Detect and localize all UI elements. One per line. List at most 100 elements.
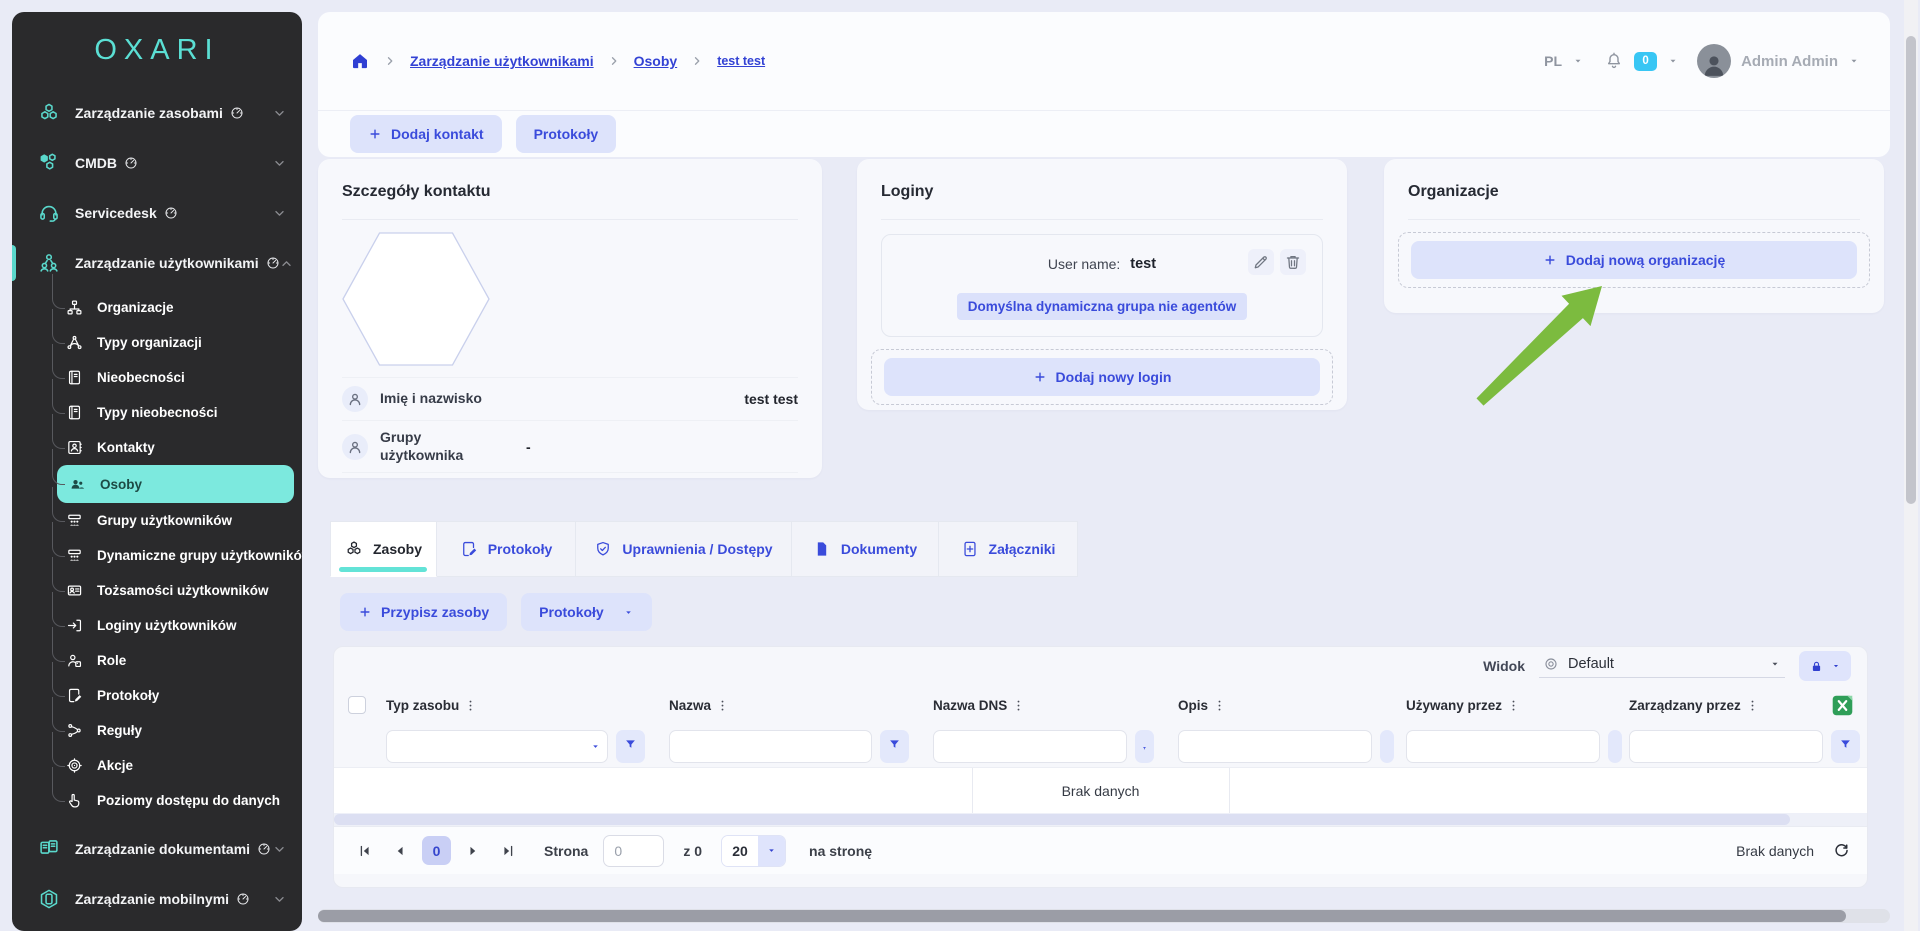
chevron-down-icon[interactable] [1572, 55, 1584, 67]
filter-button-uzywany-przez[interactable] [1608, 730, 1622, 763]
contact-info-rows: Imię i nazwisko test test Grupy użytkown… [342, 377, 798, 473]
tab-dokumenty[interactable]: Dokumenty [792, 521, 939, 577]
filter-input-zarzadzany-przez[interactable] [1629, 730, 1823, 763]
sidebar-item-ustawienia[interactable]: Ustawienia [12, 924, 302, 931]
sidebar-item-servicedesk[interactable]: Servicedesk [12, 188, 302, 238]
table-view-row: Widok Default [334, 647, 1867, 685]
filter-button-nazwa[interactable] [880, 730, 909, 763]
filter-cell-zarzadzany-przez [1629, 730, 1868, 763]
filter-button-zarzadzany-przez[interactable] [1831, 730, 1860, 763]
refresh-button[interactable] [1832, 841, 1851, 860]
page-actions: Dodaj kontakt Protokoły [318, 111, 1890, 156]
organizations-icon [66, 299, 83, 316]
language-selector[interactable]: PL [1544, 53, 1562, 69]
select-all-checkbox[interactable] [348, 696, 366, 714]
notification-badge[interactable]: 0 [1634, 52, 1657, 71]
scrollbar-thumb[interactable] [318, 910, 1846, 922]
scrollbar-thumb[interactable] [334, 814, 1790, 825]
login-group-badge[interactable]: Domyślna dynamiczna grupa nie agentów [957, 293, 1248, 320]
breadcrumb-link-zarzadzanie-uzytkownikami[interactable]: Zarządzanie użytkownikami [410, 53, 594, 69]
filter-button-opis[interactable] [1380, 730, 1394, 763]
absence-types-icon [66, 404, 83, 421]
filter-input-nazwa[interactable] [669, 730, 872, 763]
filter-cell-nazwa [669, 730, 933, 763]
chevron-down-icon[interactable] [273, 207, 286, 220]
filter-cell-nazwa-dns [933, 730, 1178, 763]
user-logins-icon [66, 617, 83, 634]
roles-icon [66, 652, 83, 669]
filter-input-uzywany-przez[interactable] [1406, 730, 1600, 763]
sidebar-nav: Zarządzanie zasobami CMDB Servicedesk Za… [12, 88, 302, 931]
breadcrumb-link-osoby[interactable]: Osoby [634, 53, 678, 69]
delete-login-button[interactable] [1280, 249, 1306, 275]
protocols-dropdown-button[interactable]: Protokoły [521, 593, 652, 631]
tab-protokoly[interactable]: Protokoły [437, 521, 576, 577]
table-filter-row [334, 725, 1867, 767]
filter-select-typ-zasobu[interactable] [386, 730, 608, 763]
sidebar-item-cmdb[interactable]: CMDB [12, 138, 302, 188]
lock-view-button[interactable] [1799, 651, 1851, 681]
scrollbar-thumb[interactable] [1906, 36, 1916, 504]
last-page-button[interactable] [495, 838, 521, 864]
filter-button-typ-zasobu[interactable] [616, 730, 645, 763]
prev-page-button[interactable] [387, 838, 413, 864]
protocols-button[interactable]: Protokoły [516, 115, 617, 153]
chevron-down-icon[interactable] [273, 893, 286, 906]
chevron-down-icon[interactable] [273, 843, 286, 856]
active-indicator [12, 245, 16, 281]
sidebar-item-zarzadzanie-zasobami[interactable]: Zarządzanie zasobami [12, 88, 302, 138]
page-number-input[interactable] [603, 835, 664, 867]
export-excel-button[interactable] [1830, 693, 1855, 718]
sidebar-item-zarzadzanie-mobilnymi[interactable]: Zarządzanie mobilnymi [12, 874, 302, 924]
view-select[interactable]: Default [1539, 654, 1785, 678]
actions-icon [66, 757, 83, 774]
chevron-down-icon[interactable] [1848, 55, 1860, 67]
per-page-label: na stronę [809, 843, 872, 859]
user-name[interactable]: Admin Admin [1741, 53, 1838, 70]
chevron-down-icon[interactable] [1667, 55, 1679, 67]
tab-zalaczniki[interactable]: Załączniki [939, 521, 1078, 577]
sidebar-item-zarzadzanie-dokumentami[interactable]: Zarządzanie dokumentami [12, 824, 302, 874]
filter-input-opis[interactable] [1178, 730, 1372, 763]
protocols-icon [66, 687, 83, 704]
home-icon[interactable] [350, 51, 370, 71]
kebab-icon[interactable] [1745, 698, 1760, 713]
current-page-button[interactable]: 0 [422, 836, 451, 865]
brand-logo: OXARI [12, 12, 302, 88]
chevron-up-icon[interactable] [280, 257, 293, 270]
sidebar-subitem-poziomy-dostepu-do-danych[interactable]: Poziomy dostępu do danych [12, 783, 302, 818]
assign-assets-button[interactable]: Przypisz zasoby [340, 593, 507, 631]
filter-cell-typ-zasobu [386, 730, 669, 763]
kebab-icon[interactable] [1212, 698, 1227, 713]
avatar[interactable] [1697, 44, 1731, 78]
edit-login-button[interactable] [1248, 249, 1274, 275]
gauge-icon [164, 206, 178, 220]
table-body: Brak danych [334, 767, 1867, 813]
tab-uprawnienia-dostepy[interactable]: Uprawnienia / Dostępy [576, 521, 792, 577]
filter-button-nazwa-dns[interactable] [1135, 730, 1154, 763]
kebab-icon[interactable] [1011, 698, 1026, 713]
filter-select-input[interactable] [386, 730, 608, 763]
tab-zasoby[interactable]: Zasoby [330, 521, 437, 577]
bell-icon[interactable] [1604, 51, 1624, 71]
sidebar-subitem-osoby[interactable]: Osoby [57, 465, 294, 503]
breadcrumb-link-test-test[interactable]: test test [717, 54, 765, 68]
filter-input-nazwa-dns[interactable] [933, 730, 1127, 763]
kebab-icon[interactable] [715, 698, 730, 713]
column-header-nazwa: Nazwa [669, 698, 933, 713]
assets-tab-icon [345, 540, 363, 558]
chevron-down-icon[interactable] [273, 107, 286, 120]
page-size-select[interactable]: 20 [721, 835, 786, 867]
add-contact-button[interactable]: Dodaj kontakt [350, 115, 502, 153]
topbar-card: Zarządzanie użytkownikamiOsobytest test … [318, 12, 1890, 157]
permissions-tab-icon [594, 540, 612, 558]
first-page-button[interactable] [352, 838, 378, 864]
sidebar: OXARI Zarządzanie zasobami CMDB Serviced… [12, 12, 302, 931]
chevron-down-icon[interactable] [273, 157, 286, 170]
kebab-icon[interactable] [463, 698, 478, 713]
kebab-icon[interactable] [1506, 698, 1521, 713]
add-login-button[interactable]: Dodaj nowy login [884, 358, 1320, 396]
add-organization-button[interactable]: Dodaj nową organizację [1411, 241, 1857, 279]
username-value: test [1130, 256, 1156, 272]
next-page-button[interactable] [460, 838, 486, 864]
